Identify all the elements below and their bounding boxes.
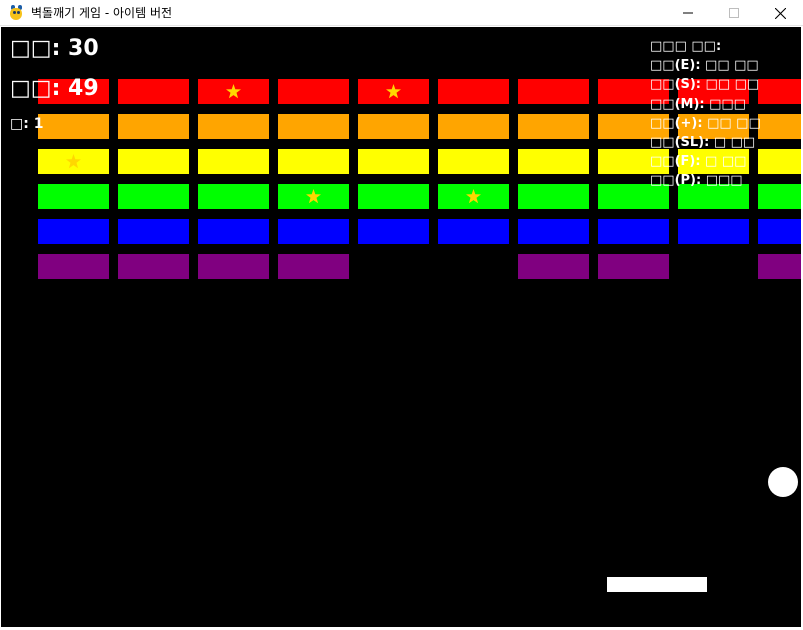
brick: [358, 184, 429, 209]
close-icon: [774, 7, 786, 19]
score-display: □□: 30: [10, 36, 99, 61]
brick: [38, 114, 109, 139]
brick: [758, 184, 801, 209]
brick: [198, 254, 269, 279]
brick: [278, 219, 349, 244]
brick: [118, 149, 189, 174]
brick: [118, 254, 189, 279]
brick: [278, 254, 349, 279]
brick: [438, 79, 509, 104]
legend-item: □□(M): □□□: [650, 96, 746, 112]
brick: [38, 149, 109, 174]
ball: [768, 467, 798, 497]
legend-item: □□(P): □□□: [650, 173, 743, 189]
brick: [758, 254, 801, 279]
brick: [198, 79, 269, 104]
window-title: 벽돌깨기 게임 - 아이템 버전: [31, 6, 173, 20]
brick: [438, 219, 509, 244]
brick: [518, 114, 589, 139]
brick: [38, 219, 109, 244]
brick: [358, 219, 429, 244]
legend-title: □□□ □□:: [650, 39, 722, 54]
brick: [198, 149, 269, 174]
game-canvas[interactable]: □□: 30 □□: 49 □: 1 □□□ □□: □□(E): □□ □□ …: [1, 27, 801, 627]
brick: [198, 219, 269, 244]
brick: [278, 79, 349, 104]
brick: [758, 219, 801, 244]
star-icon: [306, 189, 321, 204]
brick: [278, 114, 349, 139]
brick: [438, 114, 509, 139]
maximize-icon: [729, 8, 739, 18]
window-controls: [665, 0, 803, 26]
legend-item: □□(+): □□ □□: [650, 115, 761, 131]
brick: [518, 79, 589, 104]
brick: [518, 149, 589, 174]
pygame-snake-icon: [8, 4, 24, 21]
lives-display: □: 1: [10, 116, 44, 132]
brick: [38, 254, 109, 279]
star-icon: [226, 84, 241, 99]
brick: [118, 79, 189, 104]
brick: [358, 114, 429, 139]
brick: [598, 219, 669, 244]
brick: [758, 114, 801, 139]
brick: [198, 184, 269, 209]
star-icon: [386, 84, 401, 99]
brick: [358, 149, 429, 174]
item-legend: □□□ □□: □□(E): □□ □□ □□(S): □□ □□ □□(M):…: [650, 37, 761, 191]
brick: [38, 184, 109, 209]
maximize-button[interactable]: [711, 0, 757, 26]
legend-item: □□(SL): □ □□: [650, 134, 756, 150]
close-button[interactable]: [757, 0, 803, 26]
brick: [518, 184, 589, 209]
brick: [678, 219, 749, 244]
brick: [118, 219, 189, 244]
brick: [518, 254, 589, 279]
legend-item: □□(E): □□ □□: [650, 58, 759, 74]
legend-item: □□(S): □□ □□: [650, 77, 760, 93]
window-titlebar: 벽돌깨기 게임 - 아이템 버전: [0, 0, 803, 26]
brick: [198, 114, 269, 139]
brick: [118, 114, 189, 139]
star-icon: [66, 154, 81, 169]
brick: [758, 149, 801, 174]
brick: [438, 184, 509, 209]
star-icon: [466, 189, 481, 204]
minimize-icon: [683, 12, 693, 14]
brick: [438, 149, 509, 174]
bricks-remaining-display: □□: 49: [10, 76, 99, 101]
brick: [278, 149, 349, 174]
brick: [758, 79, 801, 104]
brick: [358, 79, 429, 104]
brick: [278, 184, 349, 209]
brick: [518, 219, 589, 244]
brick: [118, 184, 189, 209]
brick: [598, 254, 669, 279]
paddle[interactable]: [607, 577, 707, 592]
legend-item: □□(F): □ □□: [650, 154, 747, 170]
minimize-button[interactable]: [665, 0, 711, 26]
